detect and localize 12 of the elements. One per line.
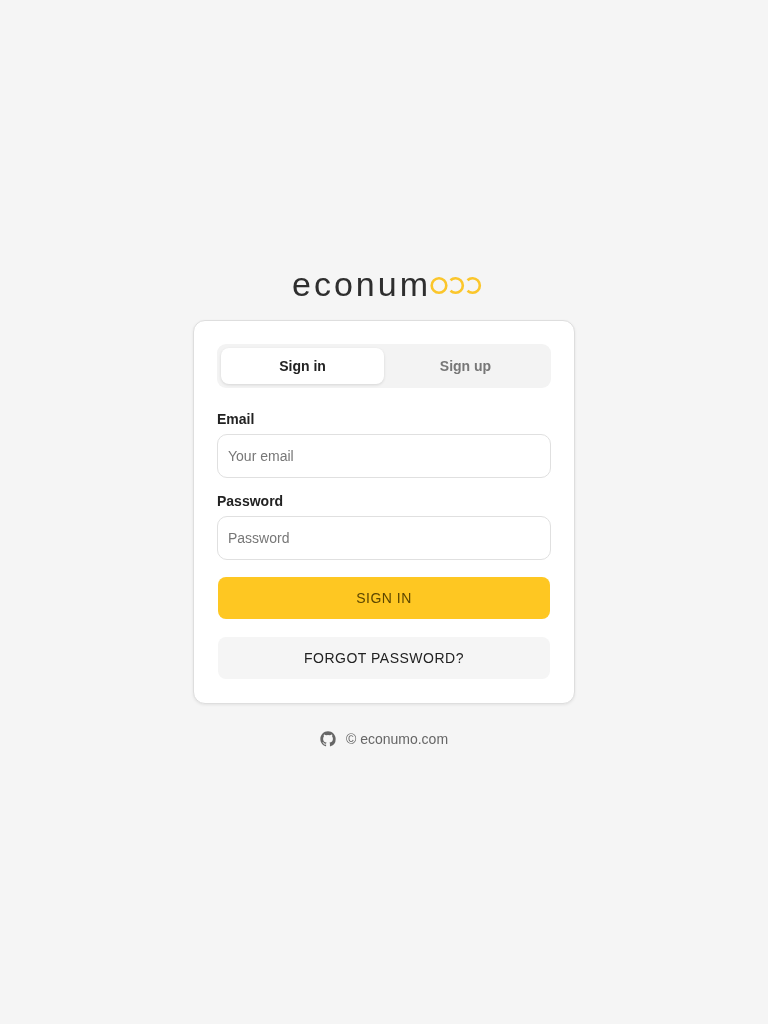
input-field[interactable]: Your email bbox=[217, 434, 551, 478]
logo-text: econum bbox=[292, 271, 431, 297]
tab[interactable]: Sign in bbox=[221, 348, 384, 384]
copyright-link[interactable]: © econumo.com bbox=[345, 730, 449, 748]
sign-in-button[interactable]: SIGN IN bbox=[218, 577, 550, 619]
rings-icon bbox=[430, 276, 482, 295]
input-field[interactable]: Password bbox=[217, 516, 551, 560]
tab[interactable]: Sign up bbox=[384, 348, 547, 384]
field-label: Email bbox=[217, 410, 256, 429]
github-icon[interactable] bbox=[319, 731, 336, 747]
field-label: Password bbox=[217, 492, 285, 511]
forgot-password-button[interactable]: FORGOT PASSWORD? bbox=[218, 637, 550, 679]
